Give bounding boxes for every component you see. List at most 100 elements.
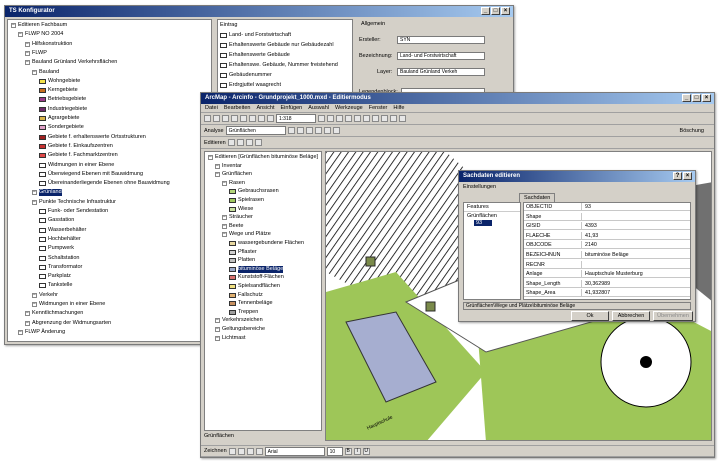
copy-icon[interactable] bbox=[249, 115, 256, 122]
expand-icon[interactable]: − bbox=[32, 292, 37, 298]
tree-item[interactable]: − Sträucher bbox=[222, 214, 253, 221]
tree-item[interactable]: − Verkehr bbox=[32, 292, 58, 299]
tree-item[interactable]: − Hilfskonstruktion bbox=[25, 41, 72, 48]
tree-item[interactable]: − Grünland bbox=[32, 189, 62, 197]
tree-item[interactable]: Wasserbehälter bbox=[39, 227, 86, 234]
attribute-row[interactable]: OBJCODE 2140 bbox=[524, 241, 690, 250]
rectangle-icon[interactable] bbox=[246, 447, 254, 455]
tree-item[interactable]: Funk- oder Sendestation bbox=[39, 208, 108, 215]
expand-icon[interactable]: − bbox=[222, 215, 227, 221]
tree-item[interactable]: Pumpwerk bbox=[39, 245, 74, 252]
list-item[interactable]: Erdrgjuttel waagrecht bbox=[220, 82, 281, 88]
paste-icon[interactable] bbox=[258, 115, 265, 122]
analyse-layer-select[interactable]: Grünflächen bbox=[225, 126, 286, 135]
underline-icon[interactable]: U bbox=[362, 447, 370, 455]
tree-item[interactable]: bituminöse Beläge bbox=[229, 265, 284, 273]
entry-list[interactable]: Eintrag Land- und Forstwirtschaft Erhalten… bbox=[217, 19, 353, 94]
refresh-icon[interactable] bbox=[399, 115, 406, 122]
attributes-icon[interactable] bbox=[245, 139, 253, 146]
tree-item[interactable]: − Widmungen in einer Ebene bbox=[32, 301, 105, 308]
tree-item[interactable]: − Rasen bbox=[222, 180, 245, 187]
tree-item[interactable]: − Editieren [Grünflächen bituminöse Beläg… bbox=[208, 154, 318, 161]
expand-icon[interactable]: − bbox=[11, 23, 16, 28]
attribute-row[interactable]: OBJECTID 93 bbox=[524, 203, 690, 211]
tree-item[interactable]: − FLWP bbox=[25, 50, 47, 57]
hyperlink-icon[interactable] bbox=[390, 115, 397, 122]
toc-tab[interactable]: Grünflächen bbox=[204, 433, 322, 439]
attribute-row[interactable]: Shape bbox=[524, 212, 690, 221]
attribute-value[interactable]: 93 bbox=[582, 203, 690, 210]
font-select[interactable]: Arial bbox=[264, 446, 325, 456]
table-of-contents[interactable]: − Editieren [Grünflächen bituminöse Beläg… bbox=[204, 151, 322, 431]
tree-item[interactable]: − FLWP Änderung bbox=[18, 329, 65, 336]
menu-item[interactable]: Ansicht bbox=[256, 104, 274, 112]
tree-item[interactable]: Parkplatz bbox=[39, 273, 71, 280]
attribute-row[interactable]: BEZEICHNUN bituminöse Beläge bbox=[524, 251, 690, 259]
tree-item[interactable]: − Bauland Grünland Verkehrsflächen bbox=[25, 59, 117, 66]
expand-icon[interactable]: − bbox=[32, 302, 37, 307]
attribute-value[interactable]: 41,932807 bbox=[582, 289, 690, 297]
tree-item[interactable]: Kerngebiete bbox=[39, 87, 78, 94]
attribute-value[interactable]: 4393 bbox=[582, 222, 690, 230]
tree-item[interactable]: Spielsandflächen bbox=[229, 283, 280, 290]
undo-icon[interactable] bbox=[267, 115, 274, 122]
fachbaum-tree[interactable]: − Editieren Fachbaum − FLWP NO 2004− Hilfsko… bbox=[7, 19, 212, 342]
help-icon[interactable]: ? bbox=[673, 172, 682, 180]
tree-item[interactable]: Schaltstation bbox=[39, 255, 80, 262]
feature-layer[interactable]: Grünflächen bbox=[464, 212, 520, 220]
pointer-icon[interactable] bbox=[228, 447, 236, 455]
attribute-value[interactable]: 30,362989 bbox=[582, 279, 690, 287]
expand-icon[interactable]: − bbox=[215, 327, 220, 332]
tab-sachdaten[interactable]: Sachdaten bbox=[519, 193, 556, 202]
close-icon[interactable]: × bbox=[683, 172, 692, 180]
list-item[interactable]: Eintrag bbox=[220, 22, 237, 28]
zoom-out-icon[interactable] bbox=[327, 115, 334, 122]
rotate-icon[interactable] bbox=[237, 447, 245, 455]
attribute-row[interactable]: RECNR bbox=[524, 260, 690, 269]
tree-item[interactable]: wassergebundene Flächen bbox=[229, 240, 304, 247]
pan-icon[interactable] bbox=[336, 115, 343, 122]
tool-icon[interactable] bbox=[305, 127, 313, 134]
tree-item[interactable]: Kunststoff-Flächen bbox=[229, 274, 284, 281]
expand-icon[interactable]: − bbox=[25, 50, 30, 56]
close-icon[interactable]: × bbox=[702, 94, 711, 102]
bold-icon[interactable]: B bbox=[344, 447, 352, 455]
expand-icon[interactable]: − bbox=[32, 69, 37, 75]
select-icon[interactable] bbox=[372, 115, 379, 122]
menu-item[interactable]: Bearbeiten bbox=[224, 104, 251, 112]
scale-select[interactable]: 1:318 bbox=[276, 114, 316, 123]
menu-item[interactable]: Werkzeuge bbox=[335, 104, 363, 112]
tree-item[interactable]: Gebiete f. erhaltenswerte Ortsstrukturen bbox=[39, 134, 146, 141]
italic-icon[interactable]: I bbox=[353, 447, 361, 455]
expand-icon[interactable]: − bbox=[18, 32, 23, 38]
sketch-tool-icon[interactable] bbox=[236, 139, 244, 146]
list-item[interactable]: Erhaltenswerte Gebäude nur Gebäudezahl bbox=[220, 42, 334, 48]
menu-item[interactable]: Auswahl bbox=[308, 104, 329, 112]
list-item[interactable]: Erhaltenswerte Gebäude bbox=[220, 52, 290, 58]
list-item[interactable]: Land- und Forstwirtschaft bbox=[220, 32, 291, 38]
tree-item[interactable]: − Lichtmast bbox=[215, 335, 246, 342]
zoom-in-icon[interactable] bbox=[318, 115, 325, 122]
tool-icon[interactable] bbox=[323, 127, 331, 134]
tree-item[interactable]: Widmungen in einer Ebene bbox=[39, 162, 114, 169]
menu-item[interactable]: Hilfe bbox=[393, 104, 404, 112]
list-item[interactable]: Gebäudenummer bbox=[220, 72, 272, 78]
tree-item[interactable]: − Verkehrszeichen bbox=[215, 317, 263, 324]
boeschung-label[interactable]: Böschung bbox=[680, 128, 704, 134]
maximize-icon[interactable]: □ bbox=[491, 7, 500, 15]
maximize-icon[interactable]: □ bbox=[692, 94, 701, 102]
features-panel[interactable]: Features Grünflächen 93 bbox=[463, 202, 521, 300]
sachdaten-titlebar[interactable]: Sachdaten editieren ? × bbox=[459, 171, 695, 182]
ersteller-field[interactable]: SYN bbox=[397, 36, 485, 44]
tool-icon[interactable] bbox=[254, 139, 262, 146]
attribute-row[interactable]: Shape_Length 30,362989 bbox=[524, 279, 690, 288]
tree-item[interactable]: − Inventar bbox=[215, 163, 242, 170]
text-icon[interactable] bbox=[255, 447, 263, 455]
attribute-row[interactable]: Shape_Area 41,932807 bbox=[524, 289, 690, 298]
expand-icon[interactable]: − bbox=[215, 318, 220, 324]
expand-icon[interactable]: − bbox=[25, 311, 30, 317]
tree-item[interactable]: − Bauland bbox=[32, 69, 59, 76]
expand-icon[interactable]: − bbox=[222, 223, 227, 229]
list-item[interactable]: Erhaltenswe. Gebäude, Nummer freistehend bbox=[220, 62, 338, 68]
tree-item[interactable]: Gebiete f. Einkaufszentren bbox=[39, 143, 113, 150]
